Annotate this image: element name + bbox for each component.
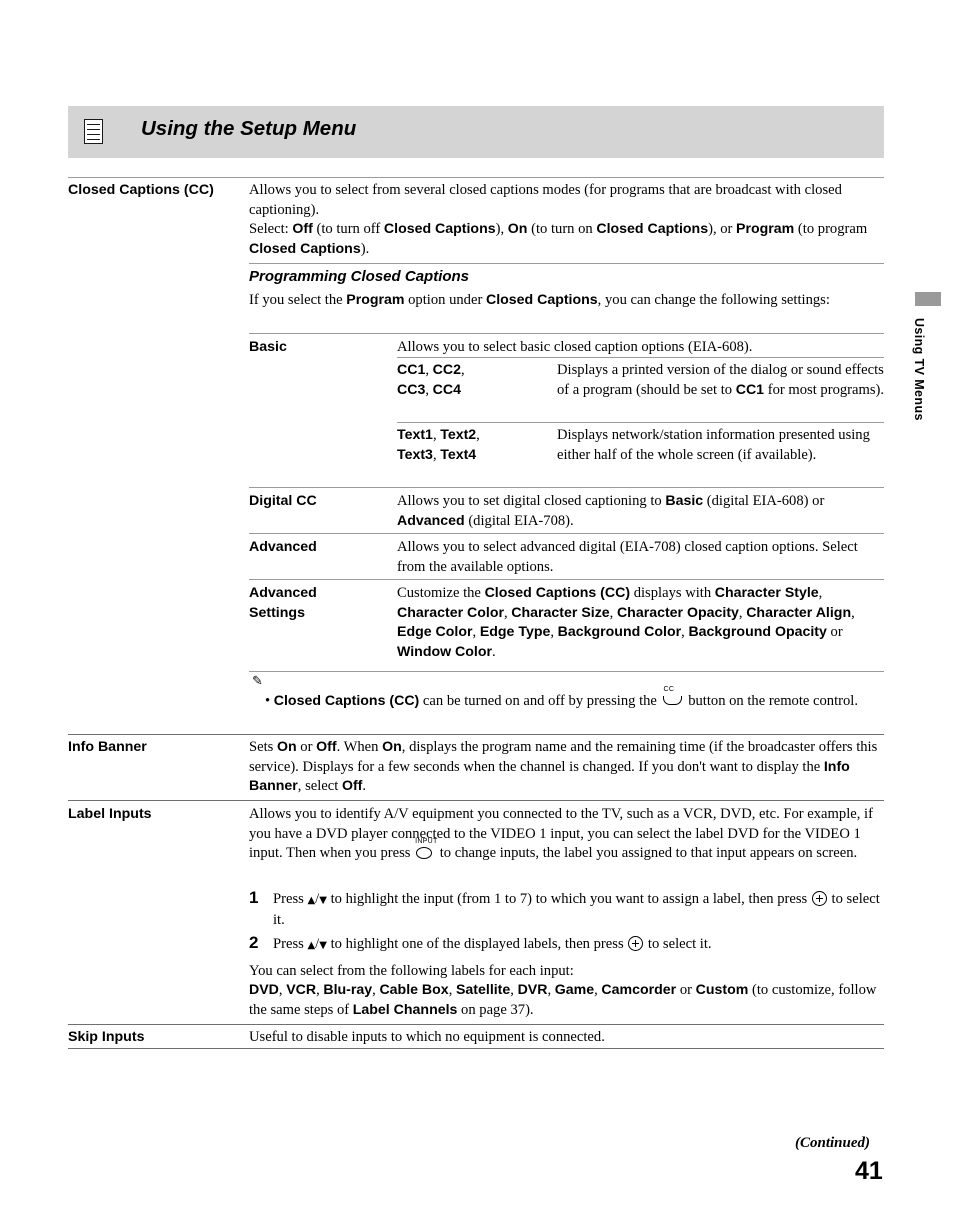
row-label-info-banner: Info Banner <box>68 739 147 755</box>
enter-button-icon <box>811 891 827 906</box>
continued-label: (Continued) <box>795 1135 871 1151</box>
divider <box>249 487 884 488</box>
side-tab-label: Using TV Menus <box>912 318 926 421</box>
divider <box>68 177 884 178</box>
enter-button-icon-2 <box>628 936 644 951</box>
basic-subrow-desc-text: Displays network/station information pre… <box>557 427 870 463</box>
edge-tab-marker <box>915 292 941 306</box>
divider <box>249 671 884 672</box>
step-number-1: 1 <box>249 888 259 907</box>
page-title: Using the Setup Menu <box>141 117 357 140</box>
closed-captions-body-2: Select: Off (to turn off Closed Captions… <box>249 221 868 257</box>
row-label-advanced-settings: Advanced Settings <box>249 585 317 621</box>
menu-list-icon <box>84 119 104 145</box>
divider <box>68 800 884 801</box>
step-text-2: Press ▲/▼ to highlight one of the displa… <box>273 936 712 952</box>
row-label-skip-inputs: Skip Inputs <box>68 1029 145 1045</box>
basic-subrow-term-cc: CC1, CC2, CC3, CC4 <box>397 362 465 398</box>
page-number: 41 <box>855 1157 883 1185</box>
row-label-label-inputs: Label Inputs <box>68 806 152 822</box>
divider <box>249 533 884 534</box>
closed-captions-body-1: Allows you to select from several closed… <box>249 182 842 218</box>
divider <box>397 422 884 423</box>
advanced-desc: Allows you to select advanced digital (E… <box>397 539 858 575</box>
divider <box>68 734 884 735</box>
manual-page: Using the Setup Menu Using TV Menus Clos… <box>0 0 954 1221</box>
closed-captions-subbody: If you select the Program option under C… <box>249 292 830 308</box>
row-label-basic: Basic <box>249 339 287 355</box>
input-button-caption: INPUT <box>415 838 438 846</box>
divider <box>68 1048 884 1049</box>
basic-desc: Allows you to select basic closed captio… <box>397 339 753 355</box>
label-inputs-labels-line: DVD, VCR, Blu-ray, Cable Box, Satellite,… <box>249 982 877 1018</box>
advanced-settings-desc: Customize the Closed Captions (CC) displ… <box>397 585 855 660</box>
divider <box>249 579 884 580</box>
row-label-advanced: Advanced <box>249 539 317 555</box>
step-text-1: Press ▲/▼ to highlight the input (from 1… <box>273 891 880 928</box>
info-banner-body: Sets On or Off. When On, displays the pr… <box>249 739 878 795</box>
label-inputs-body: Allows you to identify A/V equipment you… <box>249 806 873 862</box>
closed-captions-note: • Closed Captions (CC) can be turned on … <box>265 686 885 712</box>
label-inputs-after-steps: You can select from the following labels… <box>249 963 574 979</box>
basic-subrow-term-text: Text1, Text2, Text3, Text4 <box>397 427 480 463</box>
digital-cc-desc: Allows you to set digital closed caption… <box>397 493 825 529</box>
cc-button-caption: CC <box>663 686 675 693</box>
row-label-closed-captions: Closed Captions (CC) <box>68 182 214 198</box>
divider <box>249 263 884 264</box>
step-number-2: 2 <box>249 933 259 952</box>
divider <box>249 333 884 334</box>
divider <box>397 357 884 358</box>
skip-inputs-body: Useful to disable inputs to which no equ… <box>249 1029 605 1045</box>
subsection-heading: Programming Closed Captions <box>249 268 470 285</box>
divider <box>68 1024 884 1025</box>
basic-subrow-desc-cc: Displays a printed version of the dialog… <box>557 362 885 398</box>
section-banner: Using the Setup Menu <box>68 106 884 158</box>
row-label-digital-cc: Digital CC <box>249 493 317 509</box>
pencil-note-icon: ✎ <box>252 674 263 689</box>
